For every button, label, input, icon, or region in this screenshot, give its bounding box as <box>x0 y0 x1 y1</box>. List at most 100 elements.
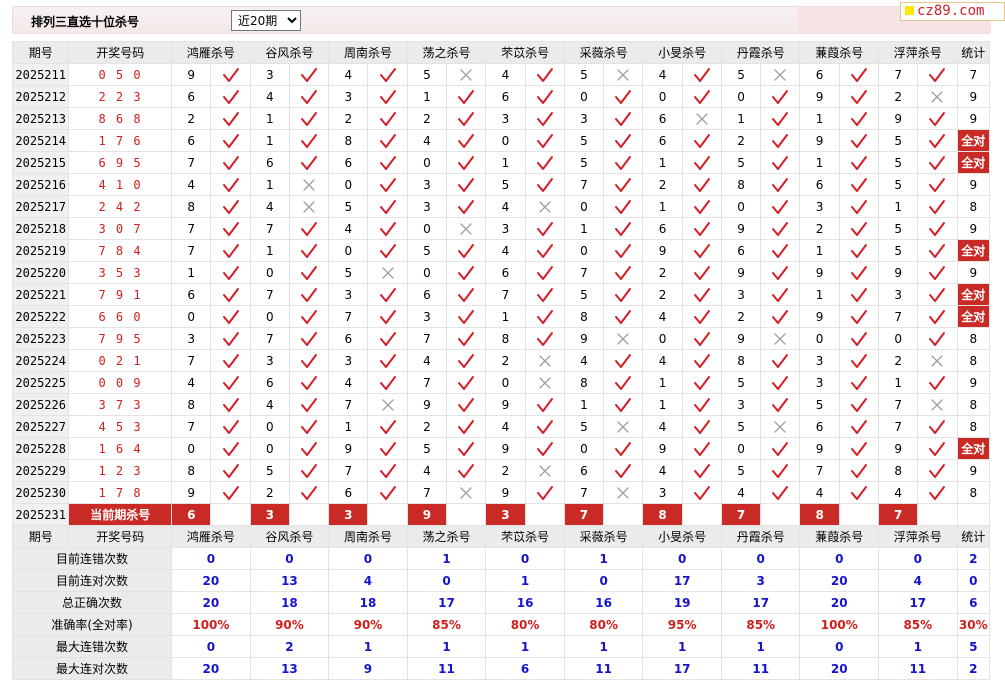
result-mark-cell <box>838 261 880 284</box>
check-icon <box>222 287 239 302</box>
result-mark-cell <box>917 129 958 152</box>
kill-number-cell: 3 <box>720 393 762 416</box>
check-icon <box>850 309 867 324</box>
result-mark-cell <box>838 393 880 416</box>
result-mark-cell <box>446 327 487 350</box>
page-title: 排列三直选十位杀号 <box>31 15 140 29</box>
result-mark-cell <box>210 107 251 130</box>
check-icon <box>301 155 318 170</box>
stat-cell: 8 <box>956 393 991 416</box>
result-mark-cell <box>210 239 251 262</box>
cross-icon <box>303 200 315 213</box>
kill-number-cell: 2 <box>642 261 683 284</box>
result-mark-cell <box>524 217 565 240</box>
check-icon <box>772 243 789 258</box>
result-mark-cell <box>917 261 958 284</box>
period-cell: 2025219 <box>11 239 70 262</box>
result-mark-cell <box>681 173 722 196</box>
stats-value: 11 <box>563 657 644 680</box>
current-kill-label: 当前期杀号 <box>68 503 173 526</box>
draw-number-cell: 8 6 8 <box>68 107 173 130</box>
check-icon <box>222 441 239 456</box>
result-mark-cell <box>524 393 565 416</box>
result-mark-cell <box>760 151 801 174</box>
result-mark-cell <box>210 173 251 196</box>
table-row: 2025219 7 8 4 7 1 0 5 4 0 9 6 1 5 全对 <box>11 239 991 262</box>
check-icon <box>850 419 867 434</box>
table-row: 2025221 7 9 1 6 7 3 6 7 5 2 3 1 3 全对 <box>11 283 991 306</box>
result-mark-cell <box>446 415 487 438</box>
check-icon <box>772 221 789 236</box>
result-mark-cell <box>603 283 644 306</box>
result-mark-cell <box>603 239 644 262</box>
result-mark-cell <box>288 195 330 218</box>
current-kill-value: 7 <box>563 503 605 526</box>
kill-number-cell: 7 <box>328 459 369 482</box>
table-row: 2025222 6 6 0 0 0 7 3 1 8 4 2 9 7 全对 <box>11 305 991 328</box>
table-row: 2025228 1 6 4 0 0 9 5 9 0 9 0 9 9 全对 <box>11 437 991 460</box>
check-icon <box>379 67 396 82</box>
check-icon <box>850 265 867 280</box>
check-icon <box>850 397 867 412</box>
kill-number-cell: 6 <box>720 239 762 262</box>
check-icon <box>536 243 553 258</box>
current-blank-cell <box>367 503 408 526</box>
cross-icon <box>931 398 944 411</box>
kill-number-cell: 5 <box>720 459 762 482</box>
stats-label: 准确率(全对率) <box>11 613 173 636</box>
kill-number-cell: 3 <box>799 195 840 218</box>
draw-number-cell: 7 9 1 <box>68 283 173 306</box>
header-expert: 浮萍杀号 <box>878 41 958 64</box>
kill-number-cell: 5 <box>720 415 762 438</box>
table-row: 2025225 0 0 946470815319 <box>11 371 991 394</box>
check-icon <box>222 353 239 368</box>
result-mark-cell <box>288 481 330 504</box>
stats-value: 9 <box>328 657 408 680</box>
kill-number-cell: 3 <box>720 283 762 306</box>
kill-number-cell: 1 <box>642 195 683 218</box>
kill-number-cell: 7 <box>171 239 212 262</box>
result-mark-cell <box>446 349 487 372</box>
stats-value: 0 <box>328 547 408 570</box>
check-icon <box>850 221 867 236</box>
header-expert: 鸿雁杀号 <box>171 525 251 548</box>
cross-icon <box>931 90 944 103</box>
result-mark-cell <box>288 371 330 394</box>
kill-number-cell: 7 <box>249 327 290 350</box>
stats-value: 100% <box>799 613 880 636</box>
stats-value: 0 <box>642 547 722 570</box>
result-mark-cell <box>288 239 330 262</box>
check-icon <box>929 199 946 214</box>
kill-number-cell: 9 <box>799 305 840 328</box>
period-cell: 2025227 <box>11 415 70 438</box>
check-icon <box>850 89 867 104</box>
check-icon <box>615 397 632 412</box>
header-row: 期号 开奖号码 鸿雁杀号 谷风杀号 周南杀号 荡之杀号 芣苡杀号 采薇杀号 小旻杀号 丹霞杀号 蒹葭… <box>11 525 991 548</box>
table-row: 2025212 2 2 364316000929 <box>11 85 991 108</box>
period-range-select[interactable]: 近20期 <box>231 10 301 31</box>
result-mark-cell <box>838 459 880 482</box>
kill-number-cell: 1 <box>799 107 840 130</box>
kill-number-cell: 7 <box>878 393 919 416</box>
kill-number-cell: 9 <box>799 437 840 460</box>
check-icon <box>536 67 553 82</box>
result-mark-cell <box>446 85 487 108</box>
kill-number-cell: 9 <box>878 437 919 460</box>
kill-number-cell: 7 <box>406 481 448 504</box>
kill-number-cell: 6 <box>799 415 840 438</box>
header-row: 期号 开奖号码 鸿雁杀号 谷风杀号 周南杀号 荡之杀号 芣苡杀号 采薇杀号 小旻杀号 丹霞杀号 蒹葭… <box>11 41 991 64</box>
kill-number-cell: 1 <box>642 393 683 416</box>
kill-number-cell: 9 <box>799 129 840 152</box>
stat-cell: 9 <box>956 459 991 482</box>
kill-number-cell: 0 <box>563 85 605 108</box>
kill-number-cell: 9 <box>485 437 526 460</box>
kill-number-cell: 5 <box>249 459 290 482</box>
result-mark-cell <box>603 371 644 394</box>
check-icon <box>222 67 239 82</box>
kill-number-cell: 9 <box>720 261 762 284</box>
kill-number-cell: 4 <box>642 459 683 482</box>
check-icon <box>693 441 710 456</box>
stats-value: 0 <box>799 547 880 570</box>
result-mark-cell <box>524 239 565 262</box>
check-icon <box>693 133 710 148</box>
